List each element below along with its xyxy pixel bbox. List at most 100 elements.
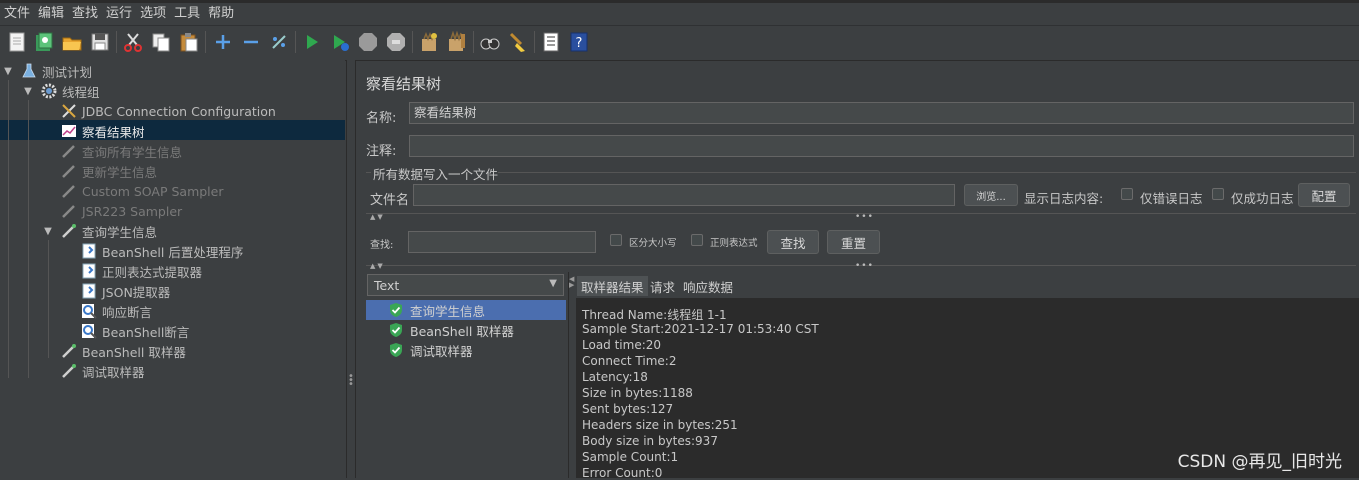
chevron-down-icon: ▼ bbox=[549, 278, 557, 289]
stop-icon[interactable] bbox=[357, 31, 379, 53]
tree-item-thread-group[interactable]: 线程组 bbox=[40, 81, 100, 101]
case-sensitive-checkbox[interactable] bbox=[610, 234, 622, 246]
tree-collapse-toggle[interactable]: ▼ bbox=[2, 61, 14, 81]
configure-button[interactable]: 配置 bbox=[1298, 183, 1350, 207]
document-icon bbox=[80, 282, 98, 300]
result-item[interactable]: 调试取样器 bbox=[366, 340, 566, 360]
panel-splitter[interactable] bbox=[346, 60, 356, 478]
tree-collapse-toggle[interactable]: ▼ bbox=[42, 221, 54, 241]
comment-field[interactable] bbox=[409, 135, 1354, 157]
collapse-icon[interactable] bbox=[240, 31, 262, 53]
browse-button[interactable]: 浏览... bbox=[964, 184, 1018, 206]
tree-item-label: 测试计划 bbox=[42, 64, 93, 80]
tree-item-regex-extractor[interactable]: 正则表达式提取器 bbox=[80, 261, 202, 281]
tree-item-test-plan[interactable]: 测试计划 bbox=[20, 61, 92, 81]
tree-item-view-results-tree[interactable]: 察看结果树 bbox=[60, 121, 145, 141]
filename-field[interactable] bbox=[413, 184, 955, 206]
success-only-checkbox[interactable] bbox=[1212, 188, 1224, 200]
comment-label: 注释: bbox=[366, 144, 397, 159]
detail-line: Headers size in bytes:251 bbox=[582, 418, 738, 432]
flask-icon bbox=[20, 62, 38, 80]
collapse-arrows-icon[interactable]: ▲▼ bbox=[370, 213, 385, 221]
result-label: BeanShell 取样器 bbox=[410, 323, 514, 339]
help-icon[interactable]: ? bbox=[568, 31, 590, 53]
save-icon[interactable] bbox=[89, 31, 111, 53]
clear-icon[interactable] bbox=[418, 31, 440, 53]
cut-icon[interactable] bbox=[122, 31, 144, 53]
menu-tools[interactable]: 工具 bbox=[170, 3, 204, 24]
menu-options[interactable]: 选项 bbox=[136, 3, 170, 24]
menu-search[interactable]: 查找 bbox=[68, 3, 102, 24]
result-item[interactable]: BeanShell 取样器 bbox=[366, 320, 566, 340]
tree-item-custom-soap-sampler[interactable]: Custom SOAP Sampler bbox=[60, 181, 224, 201]
tree-item-beanshell-assertion[interactable]: BeanShell断言 bbox=[80, 321, 189, 341]
reset-button[interactable]: 重置 bbox=[827, 230, 880, 254]
tree-item-response-assertion[interactable]: 响应断言 bbox=[80, 301, 152, 321]
tree-item-beanshell-sampler[interactable]: BeanShell 取样器 bbox=[60, 341, 186, 361]
divider-grip-icon[interactable]: ••• bbox=[855, 261, 874, 271]
divider-grip-icon[interactable]: ••• bbox=[855, 212, 874, 222]
copy-icon[interactable] bbox=[150, 31, 172, 53]
tree-item-label: 正则表达式提取器 bbox=[102, 264, 203, 280]
reset-search-icon[interactable] bbox=[507, 31, 529, 53]
templates-icon[interactable] bbox=[33, 31, 55, 53]
detail-line: Sample Start:2021-12-17 01:53:40 CST bbox=[582, 322, 819, 336]
shield-check-icon bbox=[390, 323, 402, 337]
expand-icon[interactable] bbox=[212, 31, 234, 53]
find-button[interactable]: 查找 bbox=[767, 230, 819, 254]
new-icon[interactable] bbox=[6, 31, 28, 53]
tree-item-label: 更新学生信息 bbox=[82, 164, 158, 180]
menu-help[interactable]: 帮助 bbox=[204, 3, 238, 24]
tree-item-beanshell-postprocessor[interactable]: BeanShell 后置处理程序 bbox=[80, 241, 243, 261]
results-list: 查询学生信息 BeanShell 取样器 调试取样器 bbox=[366, 298, 567, 478]
results-splitter[interactable] bbox=[568, 272, 575, 478]
regex-label: 正则表达式 bbox=[710, 238, 758, 249]
pipette-icon bbox=[60, 342, 78, 360]
tree-item-label: 线程组 bbox=[62, 84, 100, 100]
tree-item-query-student[interactable]: 查询学生信息 bbox=[60, 221, 157, 241]
tree-item-label: BeanShell 取样器 bbox=[82, 344, 186, 360]
tab-sampler-result[interactable]: 取样器结果 bbox=[577, 276, 648, 296]
tree-item-label: Custom SOAP Sampler bbox=[82, 183, 224, 199]
search-icon[interactable] bbox=[479, 31, 501, 53]
search-field[interactable] bbox=[408, 231, 596, 253]
regex-checkbox[interactable] bbox=[691, 234, 703, 246]
function-helper-icon[interactable] bbox=[540, 31, 562, 53]
menu-run[interactable]: 运行 bbox=[102, 3, 136, 24]
tree-item-json-extractor[interactable]: JSON提取器 bbox=[80, 281, 170, 301]
splitter-grip-icon[interactable]: • • • bbox=[348, 372, 354, 390]
detail-line: Connect Time:2 bbox=[582, 354, 677, 368]
name-field[interactable]: 察看结果树 bbox=[409, 102, 1354, 124]
splitter-arrows-icon[interactable]: ◀ ▶ bbox=[569, 276, 574, 289]
tree-item-query-all-students[interactable]: 查询所有学生信息 bbox=[60, 141, 182, 161]
shutdown-icon[interactable] bbox=[385, 31, 407, 53]
tree-collapse-toggle[interactable]: ▼ bbox=[22, 81, 34, 101]
result-item[interactable]: 查询学生信息 bbox=[366, 300, 566, 320]
tree-item-jsr223-sampler[interactable]: JSR223 Sampler bbox=[60, 201, 182, 221]
tree-item-debug-sampler[interactable]: 调试取样器 bbox=[60, 361, 145, 381]
tree-item-update-student[interactable]: 更新学生信息 bbox=[60, 161, 157, 181]
menu-edit[interactable]: 编辑 bbox=[34, 3, 68, 24]
menu-file[interactable]: 文件 bbox=[0, 3, 34, 24]
detail-line: Sent bytes:127 bbox=[582, 402, 674, 416]
name-label: 名称: bbox=[366, 111, 397, 126]
tree-item-label: JSON提取器 bbox=[102, 284, 171, 300]
start-no-pause-icon[interactable] bbox=[329, 31, 351, 53]
pipette-icon bbox=[60, 362, 78, 380]
tab-response-data[interactable]: 响应数据 bbox=[679, 276, 737, 296]
collapse-arrows-icon[interactable]: ▲▼ bbox=[370, 262, 385, 270]
tree-item-label: 查询学生信息 bbox=[82, 224, 158, 240]
pipette-icon bbox=[60, 182, 78, 200]
errors-only-checkbox[interactable] bbox=[1121, 188, 1133, 200]
paste-icon[interactable] bbox=[178, 31, 200, 53]
open-icon[interactable] bbox=[61, 31, 83, 53]
start-icon[interactable] bbox=[301, 31, 323, 53]
toggle-icon[interactable] bbox=[268, 31, 290, 53]
renderer-dropdown[interactable]: Text ▼ bbox=[367, 274, 564, 296]
tree-selection-highlight bbox=[0, 120, 345, 140]
document-icon bbox=[80, 242, 98, 260]
errors-only-label: 仅错误日志 bbox=[1140, 191, 1203, 206]
clear-all-icon[interactable] bbox=[446, 31, 468, 53]
tab-request[interactable]: 请求 bbox=[646, 276, 679, 296]
tree-item-jdbc-config[interactable]: JDBC Connection Configuration bbox=[60, 101, 276, 121]
